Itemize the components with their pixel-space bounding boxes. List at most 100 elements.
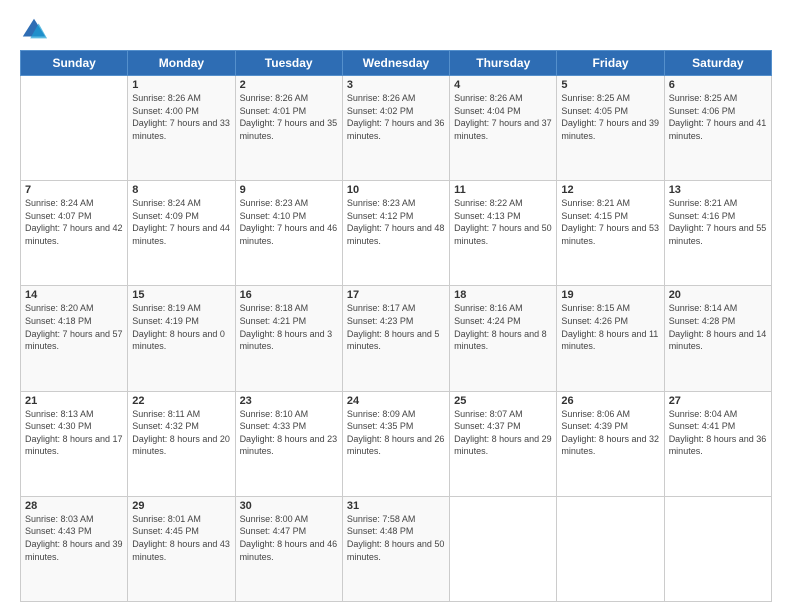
calendar-day-cell: 14Sunrise: 8:20 AMSunset: 4:18 PMDayligh… (21, 286, 128, 391)
day-info: Sunrise: 8:17 AMSunset: 4:23 PMDaylight:… (347, 302, 445, 352)
day-info: Sunrise: 8:24 AMSunset: 4:09 PMDaylight:… (132, 197, 230, 247)
calendar-day-cell: 21Sunrise: 8:13 AMSunset: 4:30 PMDayligh… (21, 391, 128, 496)
calendar: SundayMondayTuesdayWednesdayThursdayFrid… (20, 50, 772, 602)
day-info: Sunrise: 8:10 AMSunset: 4:33 PMDaylight:… (240, 408, 338, 458)
day-number: 28 (25, 500, 123, 512)
day-info: Sunrise: 8:16 AMSunset: 4:24 PMDaylight:… (454, 302, 552, 352)
day-of-week-header: Friday (557, 51, 664, 76)
day-number: 19 (561, 289, 659, 301)
day-number: 20 (669, 289, 767, 301)
day-number: 7 (25, 184, 123, 196)
day-of-week-header: Sunday (21, 51, 128, 76)
day-info: Sunrise: 8:14 AMSunset: 4:28 PMDaylight:… (669, 302, 767, 352)
calendar-day-cell: 31Sunrise: 7:58 AMSunset: 4:48 PMDayligh… (342, 496, 449, 601)
calendar-day-cell: 28Sunrise: 8:03 AMSunset: 4:43 PMDayligh… (21, 496, 128, 601)
calendar-day-cell (557, 496, 664, 601)
day-info: Sunrise: 8:19 AMSunset: 4:19 PMDaylight:… (132, 302, 230, 352)
day-of-week-header: Monday (128, 51, 235, 76)
day-number: 26 (561, 395, 659, 407)
calendar-day-cell: 16Sunrise: 8:18 AMSunset: 4:21 PMDayligh… (235, 286, 342, 391)
day-info: Sunrise: 8:11 AMSunset: 4:32 PMDaylight:… (132, 408, 230, 458)
day-number: 13 (669, 184, 767, 196)
day-info: Sunrise: 8:13 AMSunset: 4:30 PMDaylight:… (25, 408, 123, 458)
day-info: Sunrise: 8:07 AMSunset: 4:37 PMDaylight:… (454, 408, 552, 458)
day-number: 10 (347, 184, 445, 196)
day-number: 30 (240, 500, 338, 512)
calendar-day-cell: 24Sunrise: 8:09 AMSunset: 4:35 PMDayligh… (342, 391, 449, 496)
day-number: 17 (347, 289, 445, 301)
day-info: Sunrise: 8:25 AMSunset: 4:06 PMDaylight:… (669, 92, 767, 142)
day-number: 14 (25, 289, 123, 301)
calendar-day-cell: 11Sunrise: 8:22 AMSunset: 4:13 PMDayligh… (450, 181, 557, 286)
day-number: 29 (132, 500, 230, 512)
day-number: 16 (240, 289, 338, 301)
calendar-day-cell: 23Sunrise: 8:10 AMSunset: 4:33 PMDayligh… (235, 391, 342, 496)
day-info: Sunrise: 8:26 AMSunset: 4:01 PMDaylight:… (240, 92, 338, 142)
day-number: 5 (561, 79, 659, 91)
calendar-week-row: 14Sunrise: 8:20 AMSunset: 4:18 PMDayligh… (21, 286, 772, 391)
day-number: 1 (132, 79, 230, 91)
logo-icon (20, 16, 48, 44)
day-info: Sunrise: 8:21 AMSunset: 4:16 PMDaylight:… (669, 197, 767, 247)
calendar-header-row: SundayMondayTuesdayWednesdayThursdayFrid… (21, 51, 772, 76)
day-number: 4 (454, 79, 552, 91)
logo (20, 16, 52, 44)
day-number: 18 (454, 289, 552, 301)
day-number: 31 (347, 500, 445, 512)
calendar-day-cell: 29Sunrise: 8:01 AMSunset: 4:45 PMDayligh… (128, 496, 235, 601)
day-of-week-header: Tuesday (235, 51, 342, 76)
calendar-day-cell: 25Sunrise: 8:07 AMSunset: 4:37 PMDayligh… (450, 391, 557, 496)
calendar-day-cell: 18Sunrise: 8:16 AMSunset: 4:24 PMDayligh… (450, 286, 557, 391)
calendar-day-cell: 15Sunrise: 8:19 AMSunset: 4:19 PMDayligh… (128, 286, 235, 391)
calendar-day-cell (21, 76, 128, 181)
day-info: Sunrise: 8:26 AMSunset: 4:02 PMDaylight:… (347, 92, 445, 142)
calendar-day-cell: 10Sunrise: 8:23 AMSunset: 4:12 PMDayligh… (342, 181, 449, 286)
calendar-day-cell: 7Sunrise: 8:24 AMSunset: 4:07 PMDaylight… (21, 181, 128, 286)
day-info: Sunrise: 8:18 AMSunset: 4:21 PMDaylight:… (240, 302, 338, 352)
calendar-week-row: 28Sunrise: 8:03 AMSunset: 4:43 PMDayligh… (21, 496, 772, 601)
page: SundayMondayTuesdayWednesdayThursdayFrid… (0, 0, 792, 612)
day-of-week-header: Saturday (664, 51, 771, 76)
day-info: Sunrise: 7:58 AMSunset: 4:48 PMDaylight:… (347, 513, 445, 563)
day-number: 8 (132, 184, 230, 196)
calendar-week-row: 21Sunrise: 8:13 AMSunset: 4:30 PMDayligh… (21, 391, 772, 496)
day-number: 6 (669, 79, 767, 91)
calendar-day-cell: 8Sunrise: 8:24 AMSunset: 4:09 PMDaylight… (128, 181, 235, 286)
calendar-day-cell: 27Sunrise: 8:04 AMSunset: 4:41 PMDayligh… (664, 391, 771, 496)
day-info: Sunrise: 8:23 AMSunset: 4:12 PMDaylight:… (347, 197, 445, 247)
calendar-day-cell: 22Sunrise: 8:11 AMSunset: 4:32 PMDayligh… (128, 391, 235, 496)
day-number: 15 (132, 289, 230, 301)
calendar-day-cell: 13Sunrise: 8:21 AMSunset: 4:16 PMDayligh… (664, 181, 771, 286)
day-number: 21 (25, 395, 123, 407)
calendar-day-cell: 6Sunrise: 8:25 AMSunset: 4:06 PMDaylight… (664, 76, 771, 181)
day-info: Sunrise: 8:09 AMSunset: 4:35 PMDaylight:… (347, 408, 445, 458)
calendar-day-cell (450, 496, 557, 601)
day-info: Sunrise: 8:26 AMSunset: 4:00 PMDaylight:… (132, 92, 230, 142)
day-info: Sunrise: 8:15 AMSunset: 4:26 PMDaylight:… (561, 302, 659, 352)
day-number: 3 (347, 79, 445, 91)
calendar-day-cell: 12Sunrise: 8:21 AMSunset: 4:15 PMDayligh… (557, 181, 664, 286)
day-info: Sunrise: 8:20 AMSunset: 4:18 PMDaylight:… (25, 302, 123, 352)
calendar-day-cell: 26Sunrise: 8:06 AMSunset: 4:39 PMDayligh… (557, 391, 664, 496)
day-number: 24 (347, 395, 445, 407)
day-number: 9 (240, 184, 338, 196)
calendar-day-cell: 9Sunrise: 8:23 AMSunset: 4:10 PMDaylight… (235, 181, 342, 286)
day-info: Sunrise: 8:26 AMSunset: 4:04 PMDaylight:… (454, 92, 552, 142)
day-info: Sunrise: 8:04 AMSunset: 4:41 PMDaylight:… (669, 408, 767, 458)
day-info: Sunrise: 8:24 AMSunset: 4:07 PMDaylight:… (25, 197, 123, 247)
calendar-day-cell: 1Sunrise: 8:26 AMSunset: 4:00 PMDaylight… (128, 76, 235, 181)
day-number: 27 (669, 395, 767, 407)
day-of-week-header: Thursday (450, 51, 557, 76)
calendar-day-cell (664, 496, 771, 601)
day-info: Sunrise: 8:21 AMSunset: 4:15 PMDaylight:… (561, 197, 659, 247)
calendar-day-cell: 2Sunrise: 8:26 AMSunset: 4:01 PMDaylight… (235, 76, 342, 181)
calendar-day-cell: 20Sunrise: 8:14 AMSunset: 4:28 PMDayligh… (664, 286, 771, 391)
day-info: Sunrise: 8:01 AMSunset: 4:45 PMDaylight:… (132, 513, 230, 563)
day-info: Sunrise: 8:22 AMSunset: 4:13 PMDaylight:… (454, 197, 552, 247)
day-number: 12 (561, 184, 659, 196)
day-info: Sunrise: 8:00 AMSunset: 4:47 PMDaylight:… (240, 513, 338, 563)
day-of-week-header: Wednesday (342, 51, 449, 76)
day-number: 22 (132, 395, 230, 407)
day-info: Sunrise: 8:03 AMSunset: 4:43 PMDaylight:… (25, 513, 123, 563)
day-number: 25 (454, 395, 552, 407)
